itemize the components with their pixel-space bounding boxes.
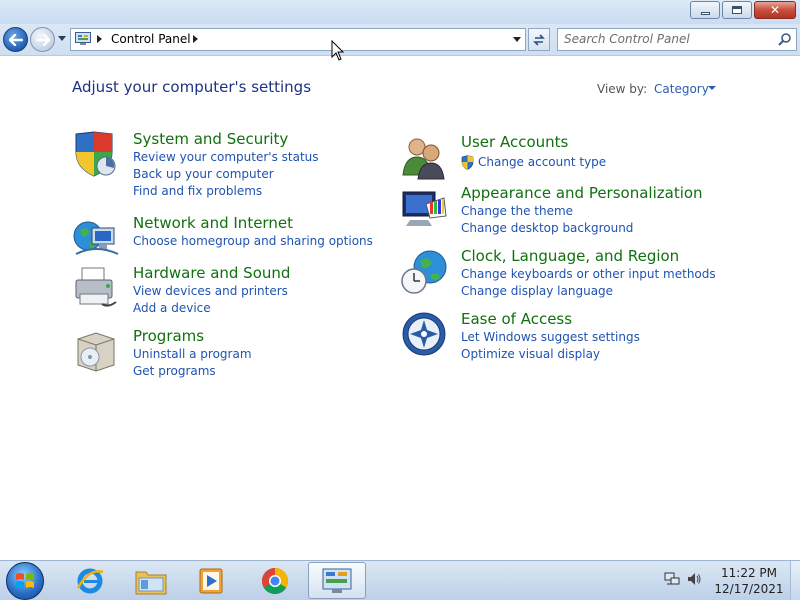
refresh-icon <box>533 33 545 46</box>
category-network-and-internet: Network and Internet Choose homegroup an… <box>72 214 373 255</box>
address-bar[interactable]: Control Panel <box>70 28 526 51</box>
windows-explorer-icon <box>135 571 167 594</box>
link-windows-suggest-settings[interactable]: Let Windows suggest settings <box>461 330 640 344</box>
taskbar-internet-explorer[interactable] <box>61 562 119 599</box>
link-get-programs[interactable]: Get programs <box>133 364 216 378</box>
view-by-dropdown[interactable]: Category <box>654 82 709 96</box>
control-panel-content: Adjust your computer's settings View by:… <box>0 57 800 560</box>
users-icon[interactable] <box>400 133 448 181</box>
media-player-icon <box>199 568 223 593</box>
breadcrumb-chevron-icon[interactable] <box>193 35 198 43</box>
link-review-computer-status[interactable]: Review your computer's status <box>133 150 319 164</box>
volume-icon[interactable] <box>686 571 702 587</box>
category-clock-language-region: Clock, Language, and Region Change keybo… <box>400 247 730 298</box>
close-button[interactable]: ✕ <box>754 1 796 19</box>
taskbar: 11:22 PM 12/17/2021 <box>0 560 800 600</box>
breadcrumb-separator-icon[interactable] <box>97 35 102 43</box>
category-title[interactable]: User Accounts <box>461 133 568 151</box>
network-icon[interactable] <box>664 571 680 587</box>
category-title[interactable]: Clock, Language, and Region <box>461 247 679 265</box>
minimize-button[interactable] <box>690 1 720 19</box>
category-appearance-personalization: Appearance and Personalization Change th… <box>400 184 730 235</box>
globe-network-icon[interactable] <box>72 214 120 262</box>
category-user-accounts: User Accounts Change account type <box>400 133 730 180</box>
category-programs: Programs Uninstall a program Get program… <box>72 327 372 378</box>
link-uninstall-program[interactable]: Uninstall a program <box>133 347 252 361</box>
link-back-up-computer[interactable]: Back up your computer <box>133 167 274 181</box>
view-by-label: View by: <box>597 82 648 96</box>
link-find-fix-problems[interactable]: Find and fix problems <box>133 184 262 198</box>
windows-logo-icon <box>16 573 34 588</box>
category-title[interactable]: Hardware and Sound <box>133 264 290 282</box>
link-change-desktop-background[interactable]: Change desktop background <box>461 221 633 235</box>
link-add-device[interactable]: Add a device <box>133 301 211 315</box>
recent-pages-dropdown[interactable] <box>58 36 66 41</box>
clock-date: 12/17/2021 <box>714 582 784 596</box>
link-change-account-type[interactable]: Change account type <box>461 155 607 170</box>
link-change-keyboards[interactable]: Change keyboards or other input methods <box>461 267 716 281</box>
search-icon[interactable] <box>777 32 792 47</box>
printer-icon[interactable] <box>72 264 120 312</box>
taskbar-chrome[interactable] <box>246 562 304 599</box>
chrome-icon <box>261 567 289 594</box>
monitor-paint-icon[interactable] <box>400 184 448 232</box>
link-label: Change account type <box>478 155 607 169</box>
taskbar-control-panel[interactable] <box>308 562 366 599</box>
category-title[interactable]: Network and Internet <box>133 214 293 232</box>
search-input[interactable] <box>564 32 764 46</box>
mouse-pointer-icon <box>331 40 345 61</box>
forward-button[interactable] <box>30 27 55 52</box>
link-change-display-language[interactable]: Change display language <box>461 284 613 298</box>
control-panel-small-icon <box>75 32 91 45</box>
taskbar-clock[interactable]: 11:22 PM 12/17/2021 <box>712 565 786 597</box>
caption-buttons: ✕ <box>690 1 796 19</box>
category-hardware-and-sound: Hardware and Sound View devices and prin… <box>72 264 372 315</box>
back-button[interactable] <box>3 27 28 52</box>
maximize-button[interactable] <box>722 1 752 19</box>
refresh-button[interactable] <box>528 28 550 51</box>
page-title: Adjust your computer's settings <box>72 78 312 96</box>
minimize-icon <box>700 11 710 15</box>
search-box[interactable] <box>557 28 797 51</box>
breadcrumb-control-panel[interactable]: Control Panel <box>111 32 191 46</box>
control-panel-icon <box>322 568 352 593</box>
address-dropdown-icon[interactable] <box>513 37 521 42</box>
arrow-left-icon <box>8 33 23 46</box>
chevron-down-icon[interactable] <box>708 86 716 90</box>
category-system-and-security: System and Security Review your computer… <box>72 130 372 198</box>
category-title[interactable]: Appearance and Personalization <box>461 184 703 202</box>
link-view-devices-printers[interactable]: View devices and printers <box>133 284 288 298</box>
category-title[interactable]: Ease of Access <box>461 310 572 328</box>
close-icon: ✕ <box>769 3 781 17</box>
link-optimize-visual-display[interactable]: Optimize visual display <box>461 347 600 361</box>
clock-time: 11:22 PM <box>721 566 777 580</box>
programs-box-icon[interactable] <box>72 327 120 375</box>
category-title[interactable]: System and Security <box>133 130 288 148</box>
navigation-bar: Control Panel <box>0 24 800 56</box>
arrow-right-icon <box>35 33 50 46</box>
clock-globe-icon[interactable] <box>400 247 448 295</box>
system-tray <box>664 571 702 587</box>
window-title-bar: ✕ <box>0 0 800 24</box>
ease-of-access-icon[interactable] <box>400 310 448 358</box>
link-homegroup-sharing[interactable]: Choose homegroup and sharing options <box>133 234 373 248</box>
maximize-icon <box>732 6 742 14</box>
category-ease-of-access: Ease of Access Let Windows suggest setti… <box>400 310 730 361</box>
start-button[interactable] <box>6 562 44 600</box>
taskbar-media-player[interactable] <box>182 562 240 599</box>
link-change-theme[interactable]: Change the theme <box>461 204 573 218</box>
internet-explorer-icon <box>76 568 104 593</box>
uac-shield-icon <box>461 155 474 170</box>
show-desktop-button[interactable] <box>790 561 800 600</box>
shield-icon[interactable] <box>72 130 120 178</box>
taskbar-windows-explorer[interactable] <box>122 562 180 599</box>
category-title[interactable]: Programs <box>133 327 204 345</box>
